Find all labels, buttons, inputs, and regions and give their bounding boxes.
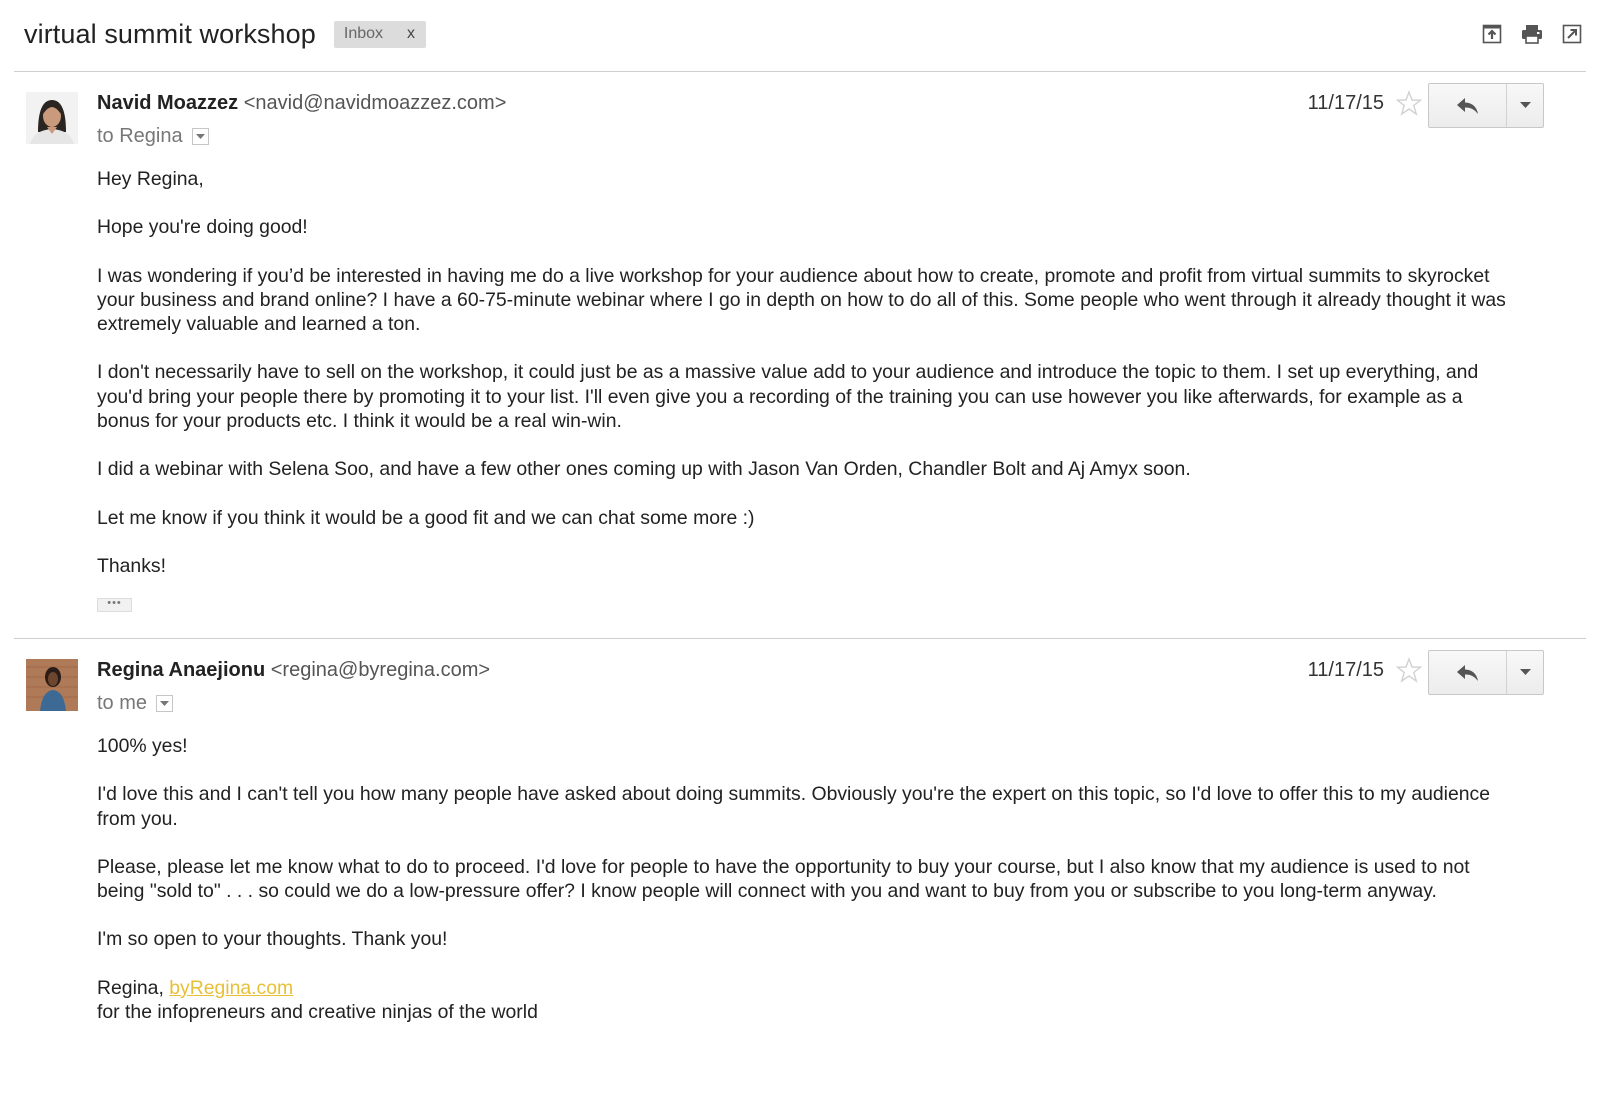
email-thread-view: virtual summit workshop Inbox x Navid Mo…: [0, 0, 1600, 1098]
label-text: Inbox: [343, 25, 384, 42]
inbox-label[interactable]: Inbox x: [333, 20, 427, 48]
body-paragraph: I'm so open to your thoughts. Thank you!: [97, 928, 448, 951]
print-icon[interactable]: [1520, 22, 1544, 46]
details-dropdown-icon[interactable]: [156, 695, 174, 712]
sender-line: Navid Moazzez <navid@navidmoazzez.com>: [97, 92, 506, 115]
body-paragraph: Please, please let me know what to do to…: [97, 855, 1470, 903]
body-paragraph: Let me know if you think it would be a g…: [97, 506, 755, 529]
signature-name: Regina,: [97, 976, 170, 999]
body-paragraph: I was wondering if you’d be interested i…: [97, 264, 1506, 336]
sender-name[interactable]: Navid Moazzez: [97, 92, 238, 114]
reply-button-group: [1428, 650, 1544, 695]
star-icon[interactable]: [1395, 657, 1423, 683]
body-paragraph: 100% yes!: [97, 735, 188, 757]
reply-button[interactable]: [1429, 651, 1507, 694]
signature-link[interactable]: byRegina.com: [169, 977, 293, 999]
recipient-text: to Regina: [97, 125, 183, 147]
sender-name[interactable]: Regina Anaejionu: [97, 659, 265, 681]
message-body: 100% yes! I'd love this and I can't tell…: [97, 734, 1517, 1024]
message-body: Hey Regina, Hope you're doing good! I wa…: [97, 167, 1517, 578]
body-paragraph: I don't necessarily have to sell on the …: [97, 361, 1479, 433]
avatar[interactable]: [26, 659, 78, 711]
header-divider: [14, 71, 1586, 72]
more-options-button[interactable]: [1507, 84, 1543, 127]
avatar[interactable]: [26, 92, 78, 144]
body-paragraph: Hey Regina,: [97, 168, 204, 190]
body-paragraph: I'd love this and I can't tell you how m…: [97, 783, 1491, 830]
message-date: 11/17/15: [1307, 92, 1384, 114]
thread-subject: virtual summit workshop: [24, 18, 316, 49]
thread-actions: [1480, 22, 1584, 46]
show-trimmed-content-button[interactable]: •••: [97, 598, 132, 612]
details-dropdown-icon[interactable]: [191, 128, 209, 145]
body-paragraph: Hope you're doing good!: [97, 216, 308, 239]
reply-button-group: [1428, 83, 1544, 128]
remove-label-button[interactable]: x: [407, 25, 415, 43]
body-paragraph: I did a webinar with Selena Soo, and hav…: [97, 458, 1191, 481]
sender-email: <regina@byregina.com>: [270, 659, 491, 681]
message-date: 11/17/15: [1307, 659, 1384, 681]
signature-tagline: for the infopreneurs and creative ninjas…: [97, 1001, 538, 1024]
open-new-window-icon[interactable]: [1560, 22, 1584, 46]
thread-header: virtual summit workshop Inbox x: [24, 14, 1584, 54]
message-divider: [14, 638, 1586, 639]
body-paragraph: Thanks!: [97, 554, 166, 577]
recipient-text: to me: [97, 692, 148, 714]
recipient-line: to Regina: [97, 125, 209, 148]
sender-email: <navid@navidmoazzez.com>: [243, 92, 507, 114]
archive-icon[interactable]: [1480, 22, 1504, 46]
star-icon[interactable]: [1395, 90, 1423, 116]
signature: Regina, byRegina.com for the infopreneur…: [97, 976, 1517, 1025]
more-options-button[interactable]: [1507, 651, 1543, 694]
sender-line: Regina Anaejionu <regina@byregina.com>: [97, 659, 490, 682]
recipient-line: to me: [97, 692, 174, 715]
reply-button[interactable]: [1429, 84, 1507, 127]
